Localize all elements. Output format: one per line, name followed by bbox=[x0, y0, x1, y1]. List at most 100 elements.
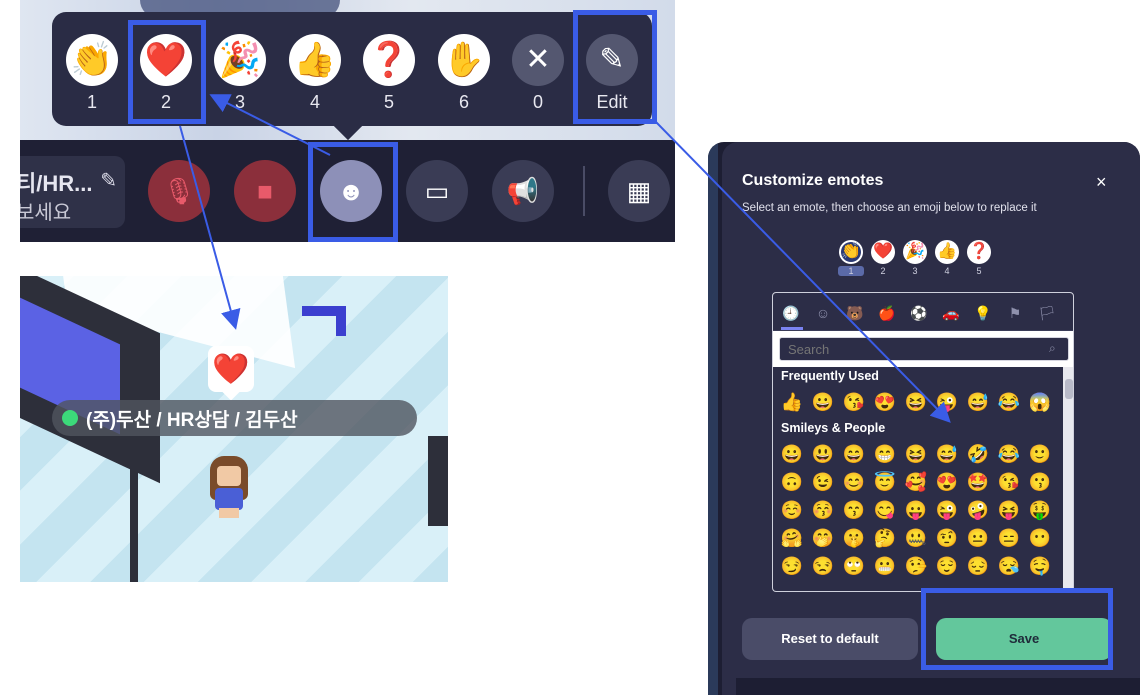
slot-number: 5 bbox=[976, 266, 982, 276]
emoji-option[interactable]: 😜 bbox=[934, 389, 960, 415]
emoji-option[interactable]: 😑 bbox=[996, 525, 1022, 551]
emoji-option[interactable]: 😅 bbox=[965, 389, 991, 415]
megaphone-button[interactable]: 📢 bbox=[492, 160, 554, 222]
emoji-option[interactable]: 🥰 bbox=[903, 469, 929, 495]
scrollbar-thumb[interactable] bbox=[1065, 379, 1073, 399]
emoji-option[interactable]: 🤤 bbox=[1027, 553, 1053, 579]
emoji-option[interactable]: 😍 bbox=[872, 389, 898, 415]
emoji-option[interactable]: 🤪 bbox=[965, 497, 991, 523]
map-pole bbox=[130, 366, 138, 582]
close-icon[interactable]: × bbox=[1096, 172, 1107, 193]
player-name-chip[interactable]: 티/HR... ✎ 보세요 bbox=[20, 156, 125, 228]
map-button[interactable]: ▦ bbox=[608, 160, 670, 222]
player-avatar[interactable] bbox=[206, 456, 252, 518]
category-travel-icon[interactable]: 🚗 bbox=[941, 303, 961, 323]
category-recent-icon[interactable]: 🕘 bbox=[781, 303, 801, 323]
emoji-option[interactable]: 🙄 bbox=[841, 553, 867, 579]
emote-slot-4[interactable]: 👍 4 bbox=[934, 240, 960, 276]
emoji-option[interactable]: 😐 bbox=[965, 525, 991, 551]
emoji-option[interactable]: 😱 bbox=[1027, 389, 1053, 415]
reset-to-default-button[interactable]: Reset to default bbox=[742, 618, 918, 660]
emote-number: 3 bbox=[234, 92, 245, 112]
emoji-option[interactable]: 😔 bbox=[965, 553, 991, 579]
player-name: (주)두산 / HR상담 / 김두산 bbox=[86, 409, 298, 431]
emote-button-3[interactable]: 🎉 3 bbox=[210, 34, 270, 124]
emoji-option[interactable]: 😂 bbox=[996, 441, 1022, 467]
emoji-option[interactable]: 😄 bbox=[841, 441, 867, 467]
emoji-option[interactable]: 👍 bbox=[779, 389, 805, 415]
section-frequently-used: Frequently Used bbox=[781, 369, 879, 383]
emoji-option[interactable]: 😌 bbox=[934, 553, 960, 579]
emote-button-6[interactable]: ✋ 6 bbox=[434, 34, 494, 124]
category-food-icon[interactable]: 🍎 bbox=[877, 303, 897, 323]
emoji-option[interactable]: 🤥 bbox=[903, 553, 929, 579]
category-animals-icon[interactable]: 🐻 bbox=[845, 303, 865, 323]
clapping-hands-icon: 👏 bbox=[66, 34, 118, 86]
emote-number: 6 bbox=[458, 92, 469, 112]
emoji-option[interactable]: 😉 bbox=[810, 469, 836, 495]
category-symbols-icon[interactable]: ⚑ bbox=[1005, 303, 1025, 323]
emote-slot-3[interactable]: 🎉 3 bbox=[902, 240, 928, 276]
emoji-option[interactable]: 😇 bbox=[872, 469, 898, 495]
emoji-option[interactable]: 😀 bbox=[810, 389, 836, 415]
emoji-option[interactable]: 😀 bbox=[779, 441, 805, 467]
emoji-option[interactable]: 🤔 bbox=[872, 525, 898, 551]
emote-button-5[interactable]: ❓ 5 bbox=[359, 34, 419, 124]
emote-slot-5[interactable]: ❓ 5 bbox=[966, 240, 992, 276]
emoji-option[interactable]: 🤨 bbox=[934, 525, 960, 551]
emoji-option[interactable]: 😚 bbox=[810, 497, 836, 523]
emoji-option[interactable]: ☺️ bbox=[779, 497, 805, 523]
emoji-option[interactable]: 😘 bbox=[841, 389, 867, 415]
emote-slot-2[interactable]: ❤️ 2 bbox=[870, 240, 896, 276]
emoji-option[interactable]: 😃 bbox=[810, 441, 836, 467]
category-smileys-icon[interactable]: ☺ bbox=[813, 303, 833, 323]
emote-button-1[interactable]: 👏 1 bbox=[62, 34, 122, 124]
slot-number: 4 bbox=[944, 266, 950, 276]
emoji-option[interactable]: 😗 bbox=[1027, 469, 1053, 495]
emoji-option[interactable]: 😘 bbox=[996, 469, 1022, 495]
emoji-option[interactable]: 😅 bbox=[934, 441, 960, 467]
microphone-off-icon: 🎙 bbox=[162, 175, 196, 206]
emoji-option[interactable]: 😆 bbox=[903, 389, 929, 415]
party-popper-icon: 🎉 bbox=[903, 240, 927, 264]
camera-off-button[interactable]: ■ bbox=[234, 160, 296, 222]
emoji-option[interactable]: 🤗 bbox=[779, 525, 805, 551]
emote-button-4[interactable]: 👍 4 bbox=[285, 34, 345, 124]
clear-emote-button[interactable]: ✕ 0 bbox=[508, 34, 568, 124]
thumbs-up-icon: 👍 bbox=[935, 240, 959, 264]
mute-mic-button[interactable]: 🎙 bbox=[148, 160, 210, 222]
emoji-option[interactable]: 😍 bbox=[934, 469, 960, 495]
online-status-icon bbox=[62, 410, 78, 426]
emoji-option[interactable]: 🤭 bbox=[810, 525, 836, 551]
screen-share-button[interactable]: ▭ bbox=[406, 160, 468, 222]
category-flags-icon[interactable]: 🏳 bbox=[1037, 303, 1057, 323]
emoji-option[interactable]: 😙 bbox=[841, 497, 867, 523]
emoji-option[interactable]: 😜 bbox=[934, 497, 960, 523]
emoji-option[interactable]: 😁 bbox=[872, 441, 898, 467]
category-objects-icon[interactable]: 💡 bbox=[973, 303, 993, 323]
emoji-option[interactable]: 😬 bbox=[872, 553, 898, 579]
emoji-option[interactable]: 🙂 bbox=[1027, 441, 1053, 467]
emote-slot-1[interactable]: 👏 1 bbox=[838, 240, 864, 276]
emoji-option[interactable]: 😝 bbox=[996, 497, 1022, 523]
emoji-option[interactable]: 😆 bbox=[903, 441, 929, 467]
emoji-option[interactable]: 😪 bbox=[996, 553, 1022, 579]
emoji-option[interactable]: 🤑 bbox=[1027, 497, 1053, 523]
emoji-option[interactable]: 😛 bbox=[903, 497, 929, 523]
emoji-option[interactable]: 😂 bbox=[996, 389, 1022, 415]
category-activity-icon[interactable]: ⚽ bbox=[909, 303, 929, 323]
emoji-option[interactable]: 🤐 bbox=[903, 525, 929, 551]
emoji-option[interactable]: 😋 bbox=[872, 497, 898, 523]
emoji-option[interactable]: 😒 bbox=[810, 553, 836, 579]
emoji-option[interactable]: 😶 bbox=[1027, 525, 1053, 551]
emoji-option[interactable]: 🤫 bbox=[841, 525, 867, 551]
emoji-option[interactable]: 🤣 bbox=[965, 441, 991, 467]
emoji-option[interactable]: 🤩 bbox=[965, 469, 991, 495]
emoji-scrollbar[interactable] bbox=[1063, 367, 1073, 591]
emoji-option[interactable]: 🙃 bbox=[779, 469, 805, 495]
background-edge bbox=[708, 142, 718, 695]
emoji-option[interactable]: 😊 bbox=[841, 469, 867, 495]
background-strip bbox=[736, 678, 1140, 695]
emoji-search-input[interactable] bbox=[779, 337, 1069, 361]
emoji-option[interactable]: 😏 bbox=[779, 553, 805, 579]
